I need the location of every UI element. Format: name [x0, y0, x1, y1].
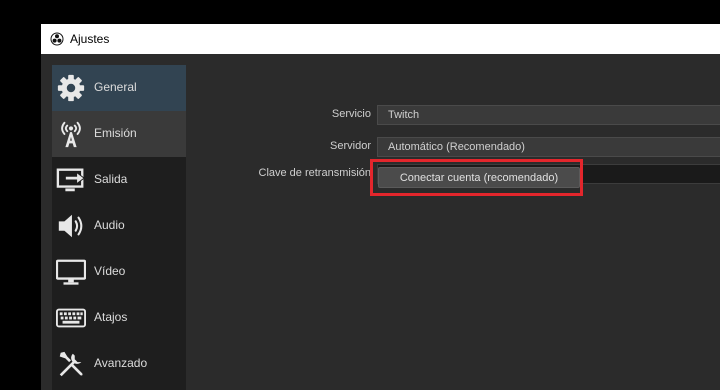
sidebar-item-general[interactable]: General: [52, 65, 186, 111]
window-title: Ajustes: [70, 32, 110, 46]
broadcast-icon: [61, 121, 81, 148]
settings-sidebar: General Emisión Salida Audio Vídeo Atajo…: [52, 65, 186, 390]
sidebar-item-video[interactable]: Vídeo: [52, 249, 186, 295]
service-label: Servicio: [331, 108, 371, 120]
sidebar-item-label: Vídeo: [94, 264, 126, 278]
sidebar-item-audio[interactable]: Audio: [52, 203, 186, 249]
sidebar-item-label: Emisión: [94, 126, 137, 140]
sidebar-item-label: General: [94, 80, 137, 94]
sidebar-item-atajos[interactable]: Atajos: [52, 295, 186, 341]
speaker-icon: [58, 214, 83, 238]
gear-icon: [57, 74, 85, 102]
sidebar-item-label: Atajos: [94, 310, 128, 324]
tools-icon: [59, 351, 83, 377]
settings-content: General Emisión Salida Audio Vídeo Atajo…: [41, 54, 720, 390]
service-select[interactable]: Twitch: [377, 105, 720, 125]
output-icon: [56, 168, 85, 192]
connect-account-label: Conectar cuenta (recomendado): [399, 172, 559, 184]
title-bar: Ajustes: [41, 24, 720, 54]
sidebar-item-label: Salida: [94, 172, 128, 186]
connect-account-button[interactable]: Conectar cuenta (recomendado): [378, 167, 580, 188]
sidebar-item-label: Audio: [94, 218, 125, 232]
service-value: Twitch: [388, 109, 420, 121]
sidebar-item-emision[interactable]: Emisión: [52, 111, 186, 157]
monitor-icon: [56, 259, 86, 285]
sidebar-item-avanzado[interactable]: Avanzado: [52, 341, 186, 387]
sidebar-item-salida[interactable]: Salida: [52, 157, 186, 203]
server-label: Servidor: [330, 140, 371, 152]
stream-key-label: Clave de retransmisión: [258, 167, 372, 179]
server-select[interactable]: Automático (Recomendado): [377, 137, 720, 157]
keyboard-icon: [56, 308, 86, 328]
obs-logo-icon: [50, 32, 64, 46]
sidebar-item-label: Avanzado: [94, 356, 148, 370]
settings-window: Ajustes General Emisión Salida Audio Víd…: [41, 24, 720, 390]
server-value: Automático (Recomendado): [388, 141, 525, 153]
